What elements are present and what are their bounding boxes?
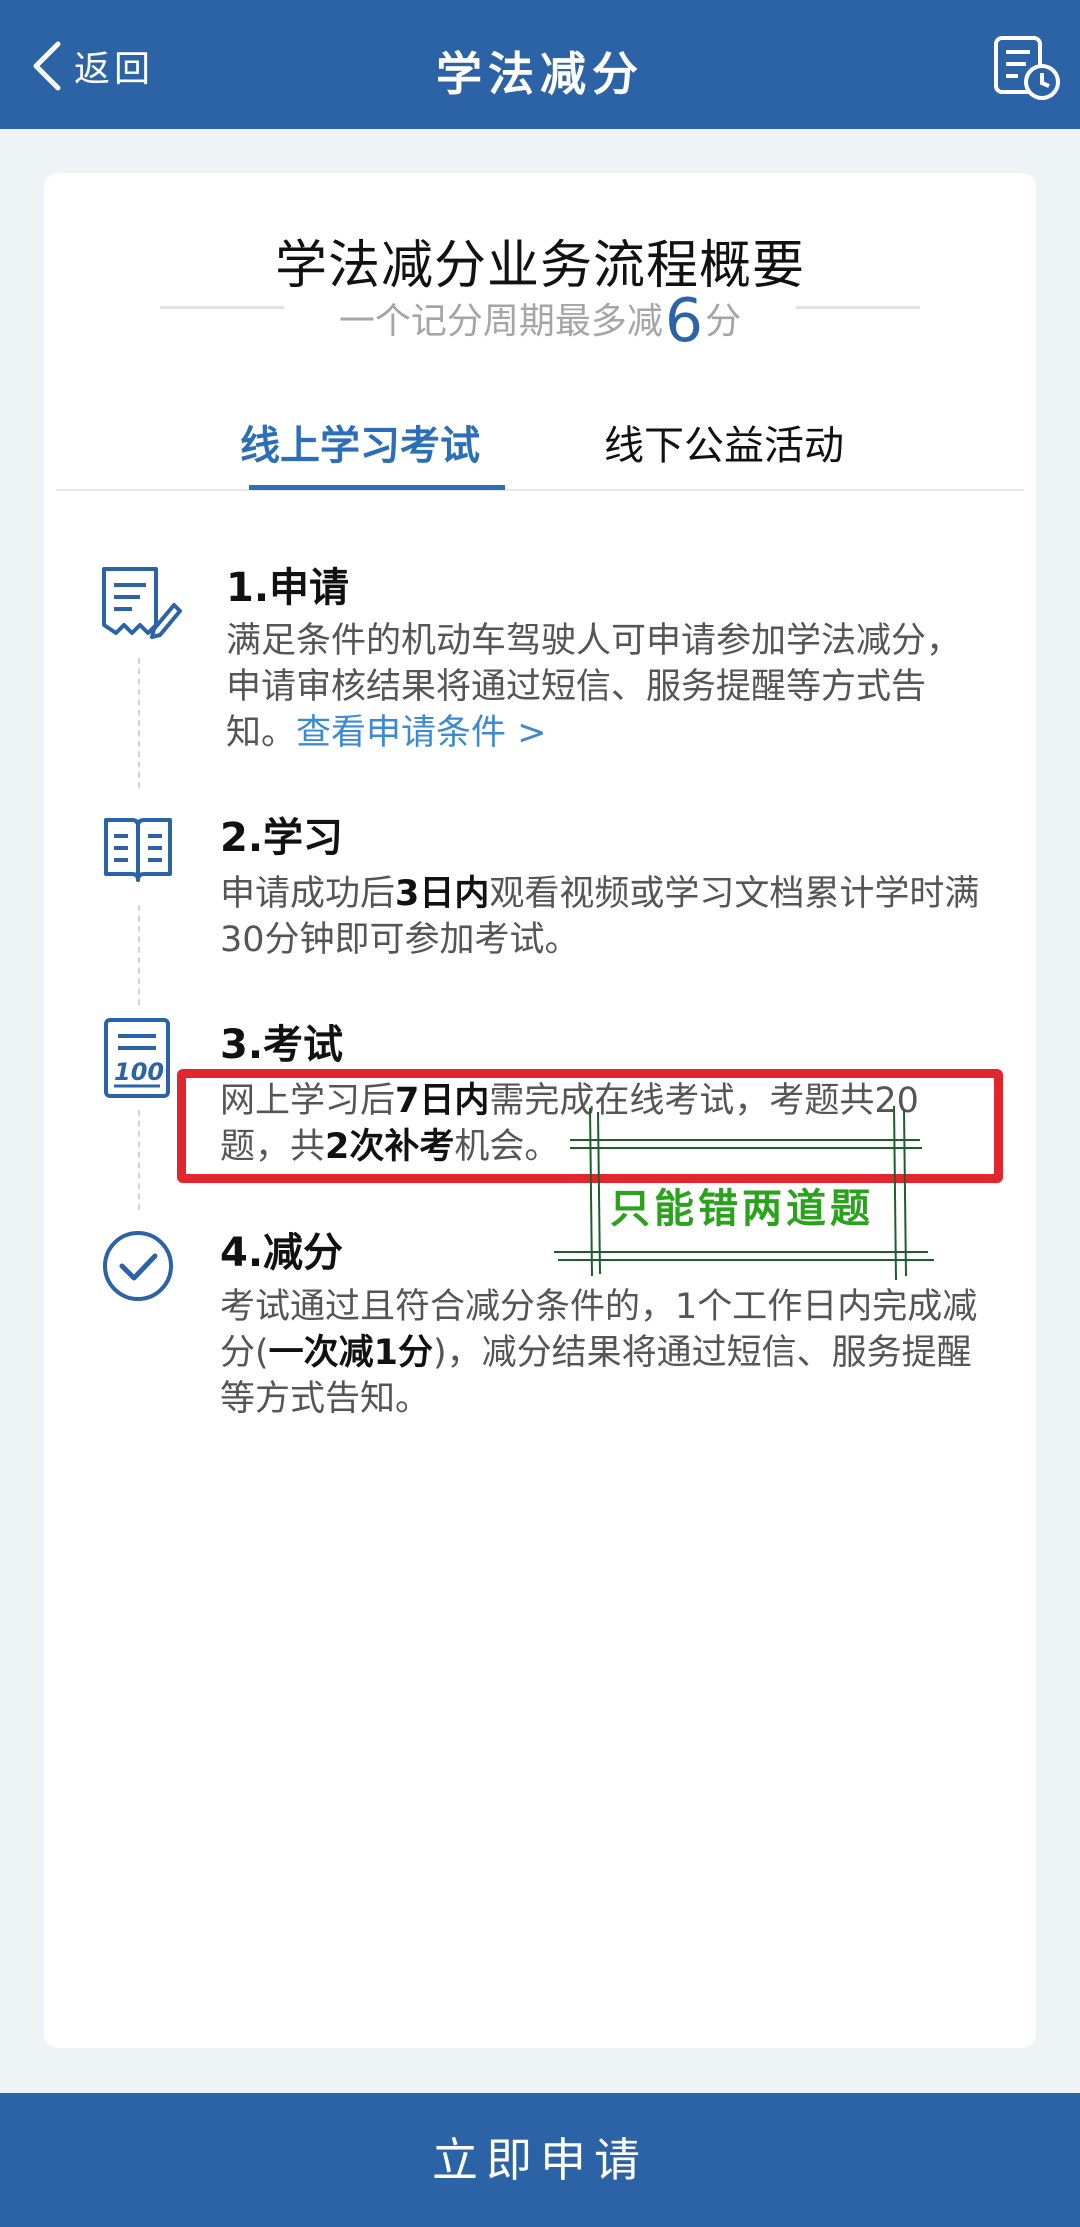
max-deduction-subtitle: 一个记分周期最多减6分 — [338, 286, 742, 356]
step-1-description: 满足条件的机动车驾驶人可申请参加学法减分，申请审核结果将通过短信、服务提醒等方式… — [226, 621, 962, 753]
handwritten-note: 只能错两道题 — [610, 1186, 874, 1232]
step-2-title: 2.学习 — [220, 815, 344, 861]
view-conditions-link[interactable]: 查看申请条件 > — [296, 713, 546, 753]
step-4-title: 4.减分 — [220, 1230, 344, 1276]
step-1-title: 1.申请 — [226, 565, 350, 611]
tab-online-study[interactable]: 线上学习考试 — [240, 413, 480, 471]
check-circle-icon — [103, 1231, 173, 1301]
max-deduction-number: 6 — [664, 286, 704, 356]
records-clock-icon[interactable] — [992, 34, 1062, 100]
application-form-icon — [102, 567, 182, 639]
tab-active-indicator — [249, 485, 505, 490]
tab-offline-activity[interactable]: 线下公益活动 — [604, 413, 844, 471]
card-title: 学法减分业务流程概要 — [274, 236, 805, 296]
timeline-connector — [138, 905, 140, 1005]
open-book-icon — [104, 818, 172, 882]
timeline-connector — [138, 1110, 140, 1210]
step-4-description: 考试通过且符合减分条件的，1个工作日内完成减分(一次减1分)，减分结果将通过短信… — [220, 1287, 978, 1419]
tab-bar: 线上学习考试 线下公益活动 — [56, 401, 1024, 491]
top-app-bar: 返回 学法减分 — [0, 0, 1080, 129]
page-title: 学法减分 — [436, 47, 644, 101]
step-2-description: 申请成功后3日内观看视频或学习文档累计学时满30分钟即可参加考试。 — [220, 874, 980, 960]
apply-now-button[interactable]: 立即申请 — [0, 2093, 1080, 2227]
timeline-connector — [138, 658, 140, 788]
svg-text:100: 100 — [114, 1058, 164, 1086]
exam-score-icon: 100 — [104, 1018, 170, 1098]
step-3-title: 3.考试 — [220, 1022, 344, 1068]
